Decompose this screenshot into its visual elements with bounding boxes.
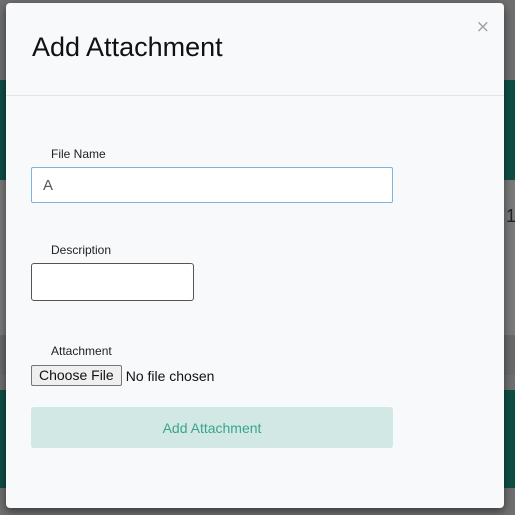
background-partial-text: 1 <box>506 206 515 226</box>
description-input[interactable] <box>31 263 194 301</box>
choose-file-button[interactable]: Choose File <box>31 365 122 386</box>
description-label: Description <box>51 243 112 257</box>
file-status-text: No file chosen <box>125 367 215 384</box>
file-name-label: File Name <box>51 147 106 161</box>
attachment-label: Attachment <box>51 344 112 358</box>
close-icon[interactable]: × <box>476 19 490 36</box>
modal-header: Add Attachment × <box>6 3 504 96</box>
modal-title: Add Attachment <box>32 32 223 62</box>
file-name-input[interactable] <box>31 167 393 203</box>
file-picker: Choose File No file chosen <box>31 365 214 386</box>
add-attachment-button[interactable]: Add Attachment <box>31 407 393 448</box>
